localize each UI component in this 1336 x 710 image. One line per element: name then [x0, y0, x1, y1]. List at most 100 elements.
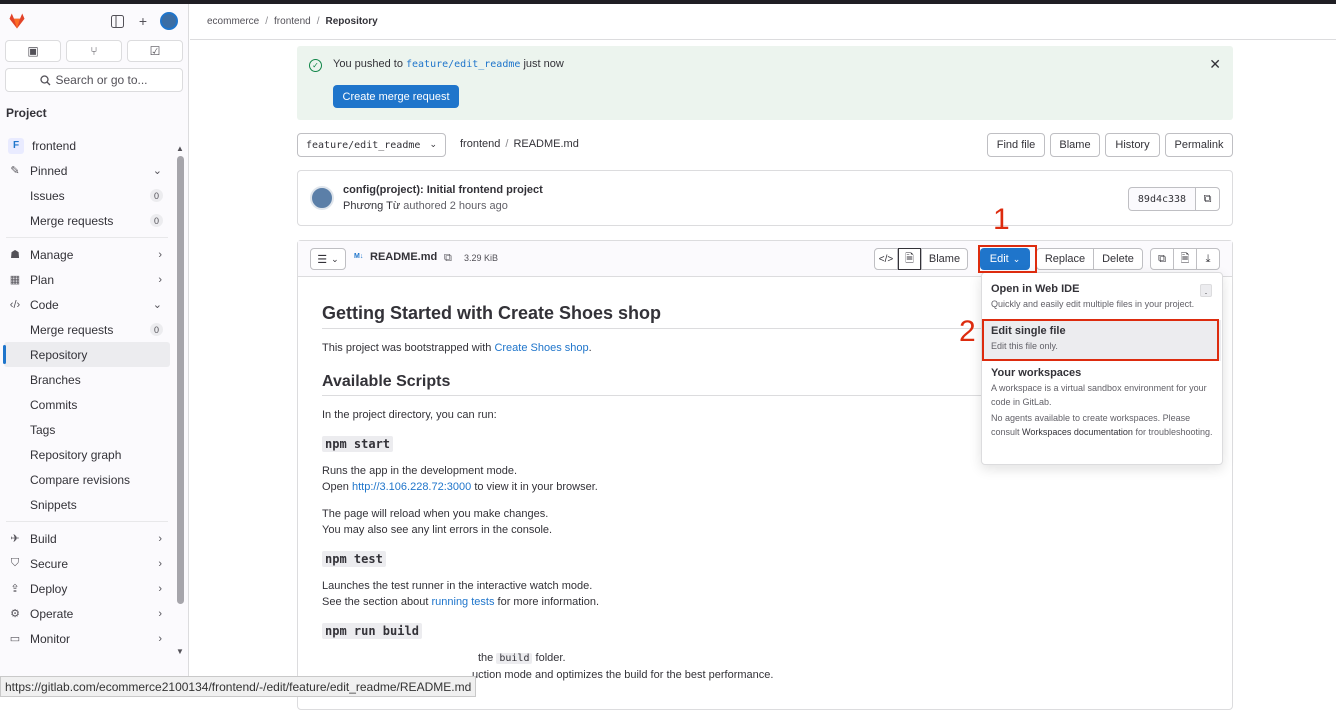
replace-button[interactable]: Replace: [1036, 248, 1094, 270]
readme-start-text: Runs the app in the development mode. Op…: [322, 465, 598, 493]
sidebar-item-merge-requests[interactable]: Merge requests 0: [0, 208, 174, 233]
branch-selector[interactable]: feature/edit_readme ⌄: [297, 133, 446, 157]
breadcrumb-item-group[interactable]: ecommerce: [207, 16, 259, 27]
file-tree-toggle-button[interactable]: ☰ ⌄: [310, 248, 346, 270]
file-path-project[interactable]: frontend: [460, 138, 500, 150]
delete-button[interactable]: Delete: [1093, 248, 1143, 270]
sidebar-item-operate[interactable]: ⚙ Operate ›: [0, 601, 174, 626]
markdown-icon: M↓: [354, 253, 364, 260]
sidebar-item-repository-graph[interactable]: Repository graph: [0, 442, 174, 467]
merge-requests-shortcut-button[interactable]: ⑂: [66, 40, 122, 62]
sidebar-item-label: Commits: [30, 397, 78, 412]
commit-sha[interactable]: 89d4c338: [1128, 187, 1196, 211]
check-circle-icon: ✓: [309, 59, 322, 72]
project-name: frontend: [32, 138, 77, 153]
list-icon: ☰: [317, 253, 328, 266]
branch-selector-label: feature/edit_readme: [306, 139, 421, 151]
sidebar-item-secure[interactable]: ⛉ Secure ›: [0, 551, 174, 576]
display-rendered-button[interactable]: 🗎: [898, 248, 921, 270]
search-button[interactable]: Search or go to...: [5, 68, 183, 92]
copy-sha-button[interactable]: ⧉: [1195, 187, 1220, 211]
breadcrumb-item-project[interactable]: frontend: [274, 16, 311, 27]
sidebar-item-build[interactable]: ✈ Build ›: [0, 526, 174, 551]
sidebar-item-label: Branches: [30, 372, 81, 387]
history-button[interactable]: History: [1105, 133, 1160, 157]
chevron-right-icon: ›: [158, 532, 162, 545]
readme-intro: This project was bootstrapped with Creat…: [322, 342, 592, 354]
download-button[interactable]: ⤓: [1196, 248, 1220, 270]
sidebar-item-manage[interactable]: ☗ Manage ›: [0, 242, 174, 267]
sidebar-item-issues[interactable]: Issues 0: [0, 183, 174, 208]
chevron-down-icon: ⌄: [429, 140, 437, 150]
sidebar-item-branches[interactable]: Branches: [0, 367, 174, 392]
scroll-thumb[interactable]: [177, 156, 184, 604]
issues-shortcut-button[interactable]: ▣: [5, 40, 61, 62]
sidebar-item-code[interactable]: ‹/› Code ⌄: [0, 292, 174, 317]
blame-button[interactable]: Blame: [1050, 133, 1100, 157]
sidebar-item-deploy[interactable]: ⇪ Deploy ›: [0, 576, 174, 601]
sidebar-header: +: [0, 4, 188, 38]
create-merge-request-button[interactable]: Create merge request: [333, 85, 459, 108]
sidebar-item-commits[interactable]: Commits: [0, 392, 174, 417]
chevron-right-icon: ›: [158, 273, 162, 286]
sidebar-item-plan[interactable]: ▦ Plan ›: [0, 267, 174, 292]
sidebar-item-label: Repository graph: [30, 447, 122, 462]
code-icon: ‹/›: [9, 298, 21, 311]
sidebar-item-label: Operate: [30, 606, 74, 621]
sidebar-project-link[interactable]: F frontend: [0, 133, 174, 158]
chevron-right-icon: ›: [158, 632, 162, 645]
permalink-button[interactable]: Permalink: [1165, 133, 1233, 157]
todo-icon: ☑: [149, 44, 161, 58]
sidebar-section-title: Project: [6, 106, 47, 120]
file-name: README.md: [370, 251, 438, 263]
scroll-up-icon[interactable]: ▲: [176, 144, 184, 153]
sidebar-toggle-icon[interactable]: [106, 10, 128, 32]
sidebar-item-repository[interactable]: Repository: [3, 342, 170, 367]
chevron-down-icon: ⌄: [331, 253, 339, 264]
todos-shortcut-button[interactable]: ☑: [127, 40, 183, 62]
annotation-number-1: 1: [993, 203, 1010, 236]
sidebar-item-tags[interactable]: Tags: [0, 417, 174, 442]
readme-cmd-test: npm test: [322, 551, 386, 567]
sidebar-item-monitor[interactable]: ▭ Monitor ›: [0, 626, 174, 651]
sidebar-item-snippets[interactable]: Snippets: [0, 492, 174, 517]
sidebar-item-merge-requests[interactable]: Merge requests 0: [0, 317, 174, 342]
file-blame-button[interactable]: Blame: [921, 248, 968, 270]
monitor-icon: ▭: [9, 633, 21, 645]
running-tests-link[interactable]: running tests: [431, 596, 494, 608]
copy-path-icon[interactable]: ⧉: [444, 252, 452, 265]
localhost-link[interactable]: http://3.106.228.72:3000: [352, 481, 471, 493]
scroll-down-icon[interactable]: ▼: [176, 647, 184, 656]
document-icon: 🗎: [905, 252, 914, 265]
sidebar-scrollbar[interactable]: ▲ ▼: [176, 144, 185, 656]
commit-author-avatar[interactable]: [310, 186, 334, 210]
sidebar-item-compare-revisions[interactable]: Compare revisions: [0, 467, 174, 492]
file-path-file[interactable]: README.md: [513, 138, 578, 150]
sidebar: + ▣ ⑂ ☑ Search or go to... Project F fro…: [0, 4, 189, 697]
open-raw-button[interactable]: 🗎: [1173, 248, 1197, 270]
commit-title[interactable]: config(project): Initial frontend projec…: [343, 184, 543, 196]
create-new-icon[interactable]: +: [132, 10, 154, 32]
sidebar-item-pinned[interactable]: ✎ Pinned ⌄: [0, 158, 174, 183]
copy-contents-button[interactable]: ⧉: [1150, 248, 1174, 270]
sidebar-item-label: Deploy: [30, 581, 68, 596]
readme-cmd-start: npm start: [322, 436, 394, 452]
browser-status-url: https://gitlab.com/ecommerce2100134/fron…: [0, 676, 477, 697]
annotation-box-1: [978, 245, 1037, 273]
workspaces-docs-link[interactable]: Workspaces documentation: [1022, 427, 1133, 437]
display-source-button[interactable]: </>: [874, 248, 898, 270]
breadcrumb-item-current[interactable]: Repository: [326, 16, 378, 27]
open-web-ide-item[interactable]: Open in Web IDE Quickly and easily edit …: [991, 283, 1217, 312]
gitlab-logo-icon[interactable]: [8, 12, 26, 30]
readme-heading-1: Getting Started with Create Shoes shop: [322, 303, 982, 329]
create-shoes-shop-link[interactable]: Create Shoes shop: [494, 342, 588, 354]
commit-meta: Phương Từ authored 2 hours ago: [343, 200, 508, 212]
find-file-button[interactable]: Find file: [987, 133, 1045, 157]
raw-file-icon: 🗎: [1180, 252, 1190, 265]
user-avatar[interactable]: [158, 10, 180, 32]
commit-author[interactable]: Phương Từ: [343, 200, 400, 212]
readme-cmd-build: npm run build: [322, 623, 422, 639]
readme-heading-2: Available Scripts: [322, 373, 982, 396]
alert-message: You pushed to feature/edit_readme just n…: [333, 58, 564, 70]
close-icon[interactable]: ✕: [1209, 56, 1221, 73]
